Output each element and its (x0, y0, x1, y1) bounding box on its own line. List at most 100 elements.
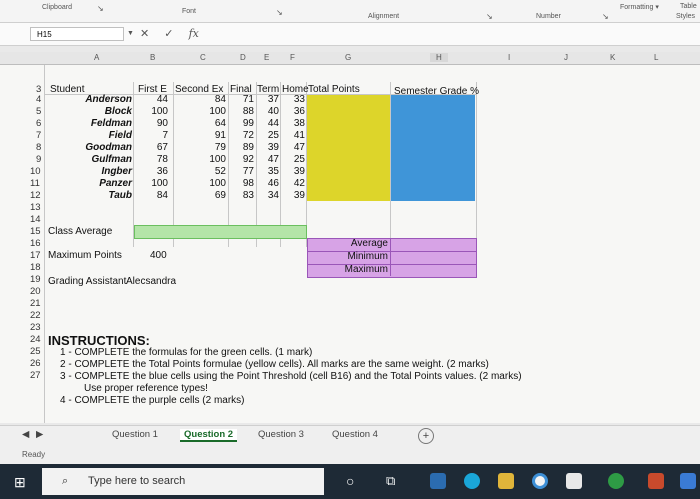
term-cell[interactable]: 37 (257, 94, 279, 105)
column-header-f[interactable]: F (290, 53, 295, 62)
second-exam-cell[interactable]: 100 (174, 154, 226, 165)
mail-icon[interactable] (430, 473, 446, 489)
row-number[interactable]: 19 (30, 274, 41, 285)
row-number[interactable]: 9 (36, 154, 41, 165)
term-cell[interactable]: 46 (257, 178, 279, 189)
store-icon[interactable] (566, 473, 582, 489)
first-exam-cell[interactable]: 36 (134, 166, 168, 177)
column-header-l[interactable]: L (654, 53, 658, 62)
term-cell[interactable]: 40 (257, 106, 279, 117)
spreadsheet-grid[interactable]: 3 4 5 6 7 8 9 10 11 12 13 14 15 16 17 18… (0, 65, 700, 423)
row-number[interactable]: 17 (30, 250, 41, 261)
add-sheet-icon[interactable]: + (418, 428, 434, 444)
row-number[interactable]: 6 (36, 118, 41, 129)
conditional-formatting-button[interactable]: Formatting ▾ (620, 3, 659, 11)
first-exam-cell[interactable]: 67 (134, 142, 168, 153)
second-exam-cell[interactable]: 64 (174, 118, 226, 129)
ribbon-group-number[interactable]: Number (536, 13, 561, 20)
second-exam-cell[interactable]: 91 (174, 130, 226, 141)
tab-question-1[interactable]: Question 1 (112, 429, 158, 440)
semester-grade-cells[interactable] (391, 95, 475, 201)
chrome-icon[interactable] (532, 473, 548, 489)
format-as-table-button[interactable]: Table (680, 3, 697, 10)
row-number[interactable]: 14 (30, 214, 41, 225)
row-number[interactable]: 11 (30, 178, 40, 189)
student-name[interactable]: Anderson (50, 94, 132, 105)
first-exam-cell[interactable]: 100 (134, 106, 168, 117)
tab-question-2[interactable]: Question 2 (180, 429, 238, 442)
row-number[interactable]: 8 (36, 142, 41, 153)
column-header-a[interactable]: A (94, 53, 99, 62)
second-exam-cell[interactable]: 69 (174, 190, 226, 201)
grading-assistant-label[interactable]: Grading Assistant (48, 276, 126, 287)
row-number[interactable]: 18 (30, 262, 41, 273)
final-cell[interactable]: 89 (229, 142, 254, 153)
column-header-j[interactable]: J (564, 53, 568, 62)
column-header-i[interactable]: I (508, 53, 510, 62)
dialog-launcher-icon[interactable]: ↘ (97, 4, 104, 13)
row-number[interactable]: 4 (36, 94, 41, 105)
row-number[interactable]: 23 (30, 322, 41, 333)
column-header-b[interactable]: B (150, 53, 155, 62)
final-cell[interactable]: 71 (229, 94, 254, 105)
header-total-points[interactable]: Total Points (308, 84, 360, 95)
row-number[interactable]: 26 (30, 358, 41, 369)
row-number[interactable]: 27 (30, 370, 41, 381)
final-cell[interactable]: 98 (229, 178, 254, 189)
row-number[interactable]: 10 (30, 166, 41, 177)
row-number[interactable]: 21 (30, 298, 41, 309)
maximum-points-label[interactable]: Maximum Points (48, 250, 122, 261)
row-number[interactable]: 20 (30, 286, 41, 297)
row-number[interactable]: 7 (36, 130, 41, 141)
taskbar-search-input[interactable]: ⌕ Type here to search (42, 468, 324, 495)
first-exam-cell[interactable]: 84 (134, 190, 168, 201)
student-name[interactable]: Block (50, 106, 132, 117)
term-cell[interactable]: 47 (257, 154, 279, 165)
maximum-points-value[interactable]: 400 (150, 250, 167, 261)
grading-assistant-value[interactable]: Alecsandra (126, 276, 176, 287)
edge-icon[interactable] (464, 473, 480, 489)
home-cell[interactable]: 38 (281, 118, 305, 129)
final-cell[interactable]: 99 (229, 118, 254, 129)
dialog-launcher-icon[interactable]: ↘ (486, 12, 493, 21)
term-cell[interactable]: 39 (257, 142, 279, 153)
student-name[interactable]: Panzer (50, 178, 132, 189)
row-number[interactable]: 5 (36, 106, 41, 117)
student-name[interactable]: Goodman (50, 142, 132, 153)
row-number[interactable]: 12 (30, 190, 41, 201)
first-exam-cell[interactable]: 7 (134, 130, 168, 141)
first-exam-cell[interactable]: 78 (134, 154, 168, 165)
column-header-e[interactable]: E (264, 53, 269, 62)
ribbon-group-clipboard[interactable]: Clipboard (42, 4, 72, 11)
row-number[interactable]: 13 (30, 202, 41, 213)
home-cell[interactable]: 41 (281, 130, 305, 141)
final-cell[interactable]: 77 (229, 166, 254, 177)
dialog-launcher-icon[interactable]: ↘ (602, 12, 609, 21)
cortana-icon[interactable]: ○ (346, 473, 354, 489)
app-icon[interactable] (608, 473, 624, 489)
final-cell[interactable]: 83 (229, 190, 254, 201)
home-cell[interactable]: 33 (281, 94, 305, 105)
column-header-g[interactable]: G (345, 53, 351, 62)
tab-question-4[interactable]: Question 4 (332, 429, 378, 440)
average-label[interactable]: Average (310, 238, 388, 249)
final-cell[interactable]: 88 (229, 106, 254, 117)
row-number[interactable]: 22 (30, 310, 41, 321)
app-icon[interactable] (680, 473, 696, 489)
class-average-cells[interactable] (134, 225, 307, 239)
student-name[interactable]: Feldman (50, 118, 132, 129)
file-explorer-icon[interactable] (498, 473, 514, 489)
ribbon-group-alignment[interactable]: Alignment (368, 13, 399, 20)
home-cell[interactable]: 36 (281, 106, 305, 117)
second-exam-cell[interactable]: 84 (174, 94, 226, 105)
first-exam-cell[interactable]: 44 (134, 94, 168, 105)
home-cell[interactable]: 39 (281, 190, 305, 201)
second-exam-cell[interactable]: 100 (174, 106, 226, 117)
enter-check-icon[interactable]: ✓ (164, 28, 173, 40)
cancel-icon[interactable]: ✕ (140, 28, 149, 40)
final-cell[interactable]: 92 (229, 154, 254, 165)
row-number[interactable]: 16 (30, 238, 41, 249)
home-cell[interactable]: 42 (281, 178, 305, 189)
final-cell[interactable]: 72 (229, 130, 254, 141)
second-exam-cell[interactable]: 100 (174, 178, 226, 189)
